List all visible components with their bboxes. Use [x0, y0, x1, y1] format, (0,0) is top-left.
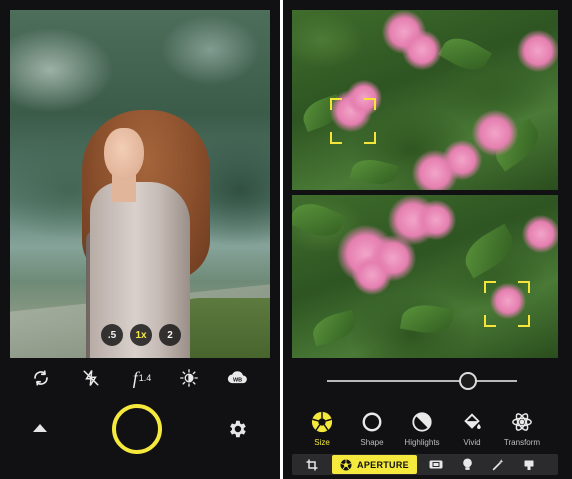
flower-photo-top[interactable] [292, 10, 558, 190]
tool-transform[interactable]: Transform [496, 410, 548, 447]
editor-panel: Size Shape Highlights Vivid Transform AP… [283, 0, 572, 479]
up-arrow-icon[interactable] [33, 424, 47, 432]
leaf [457, 223, 521, 279]
subject-face [104, 128, 144, 180]
flower-blossom [416, 200, 456, 240]
leaf [349, 154, 399, 190]
magic-wand-icon[interactable] [490, 457, 506, 472]
flower-blossom [402, 30, 442, 70]
tool-label: Highlights [404, 438, 440, 447]
paint-bucket-icon [460, 410, 484, 434]
gear-icon[interactable] [226, 418, 248, 440]
zoom-2x-button[interactable]: 2 [159, 324, 181, 346]
flower-blossom [442, 140, 482, 180]
camera-viewfinder-photo[interactable] [10, 10, 270, 358]
aperture-icon [310, 410, 334, 434]
zoom-half-button[interactable]: .5 [101, 324, 123, 346]
leaf [399, 300, 455, 338]
leaf [438, 30, 492, 78]
tool-label: Size [314, 438, 330, 447]
editor-mode-bar: APERTURE [292, 454, 558, 475]
focus-point-bottom[interactable] [484, 281, 530, 327]
flower-blossom [517, 30, 558, 72]
rotate-camera-icon[interactable] [29, 366, 53, 390]
zoom-1x-button[interactable]: 1x [130, 324, 152, 346]
highlights-icon [410, 410, 434, 434]
wb-label: WB [233, 377, 242, 383]
leaf [292, 195, 346, 245]
shutter-button[interactable] [112, 404, 162, 454]
tool-label: Transform [503, 438, 541, 447]
exposure-icon[interactable] [177, 366, 201, 390]
stamp-icon[interactable] [521, 457, 537, 472]
aperture-slider-thumb[interactable] [458, 372, 477, 390]
atom-icon [510, 410, 534, 434]
aperture-icon [340, 459, 352, 470]
camera-panel: .5 1x 2 f 1.4 WB [0, 0, 280, 479]
tool-highlights[interactable]: Highlights [396, 410, 448, 447]
flower-blossom [352, 255, 392, 295]
circle-icon [360, 410, 384, 434]
f-label: f [132, 367, 138, 388]
white-balance-icon[interactable]: WB [226, 366, 250, 390]
tool-size[interactable]: Size [296, 410, 348, 447]
tab-aperture[interactable]: APERTURE [332, 455, 417, 474]
tool-label: Vivid [463, 438, 481, 447]
crop-icon[interactable] [304, 457, 320, 472]
flash-off-icon[interactable] [79, 366, 103, 390]
f-value: 1.4 [138, 373, 152, 383]
flower-photo-bottom[interactable] [292, 195, 558, 358]
tool-label: Shape [360, 438, 384, 447]
leaf [309, 309, 359, 347]
camera-toolbar: f 1.4 WB [0, 364, 280, 392]
tab-aperture-label: APERTURE [357, 459, 409, 470]
film-icon[interactable] [428, 457, 444, 472]
flower-blossom [522, 215, 558, 253]
bulb-icon[interactable] [459, 457, 475, 472]
tool-vivid[interactable]: Vivid [446, 410, 498, 447]
aperture-slider-track[interactable] [327, 380, 517, 382]
focus-point-top[interactable] [330, 98, 376, 144]
aperture-f-icon[interactable]: f 1.4 [126, 366, 158, 390]
tool-shape[interactable]: Shape [346, 410, 398, 447]
